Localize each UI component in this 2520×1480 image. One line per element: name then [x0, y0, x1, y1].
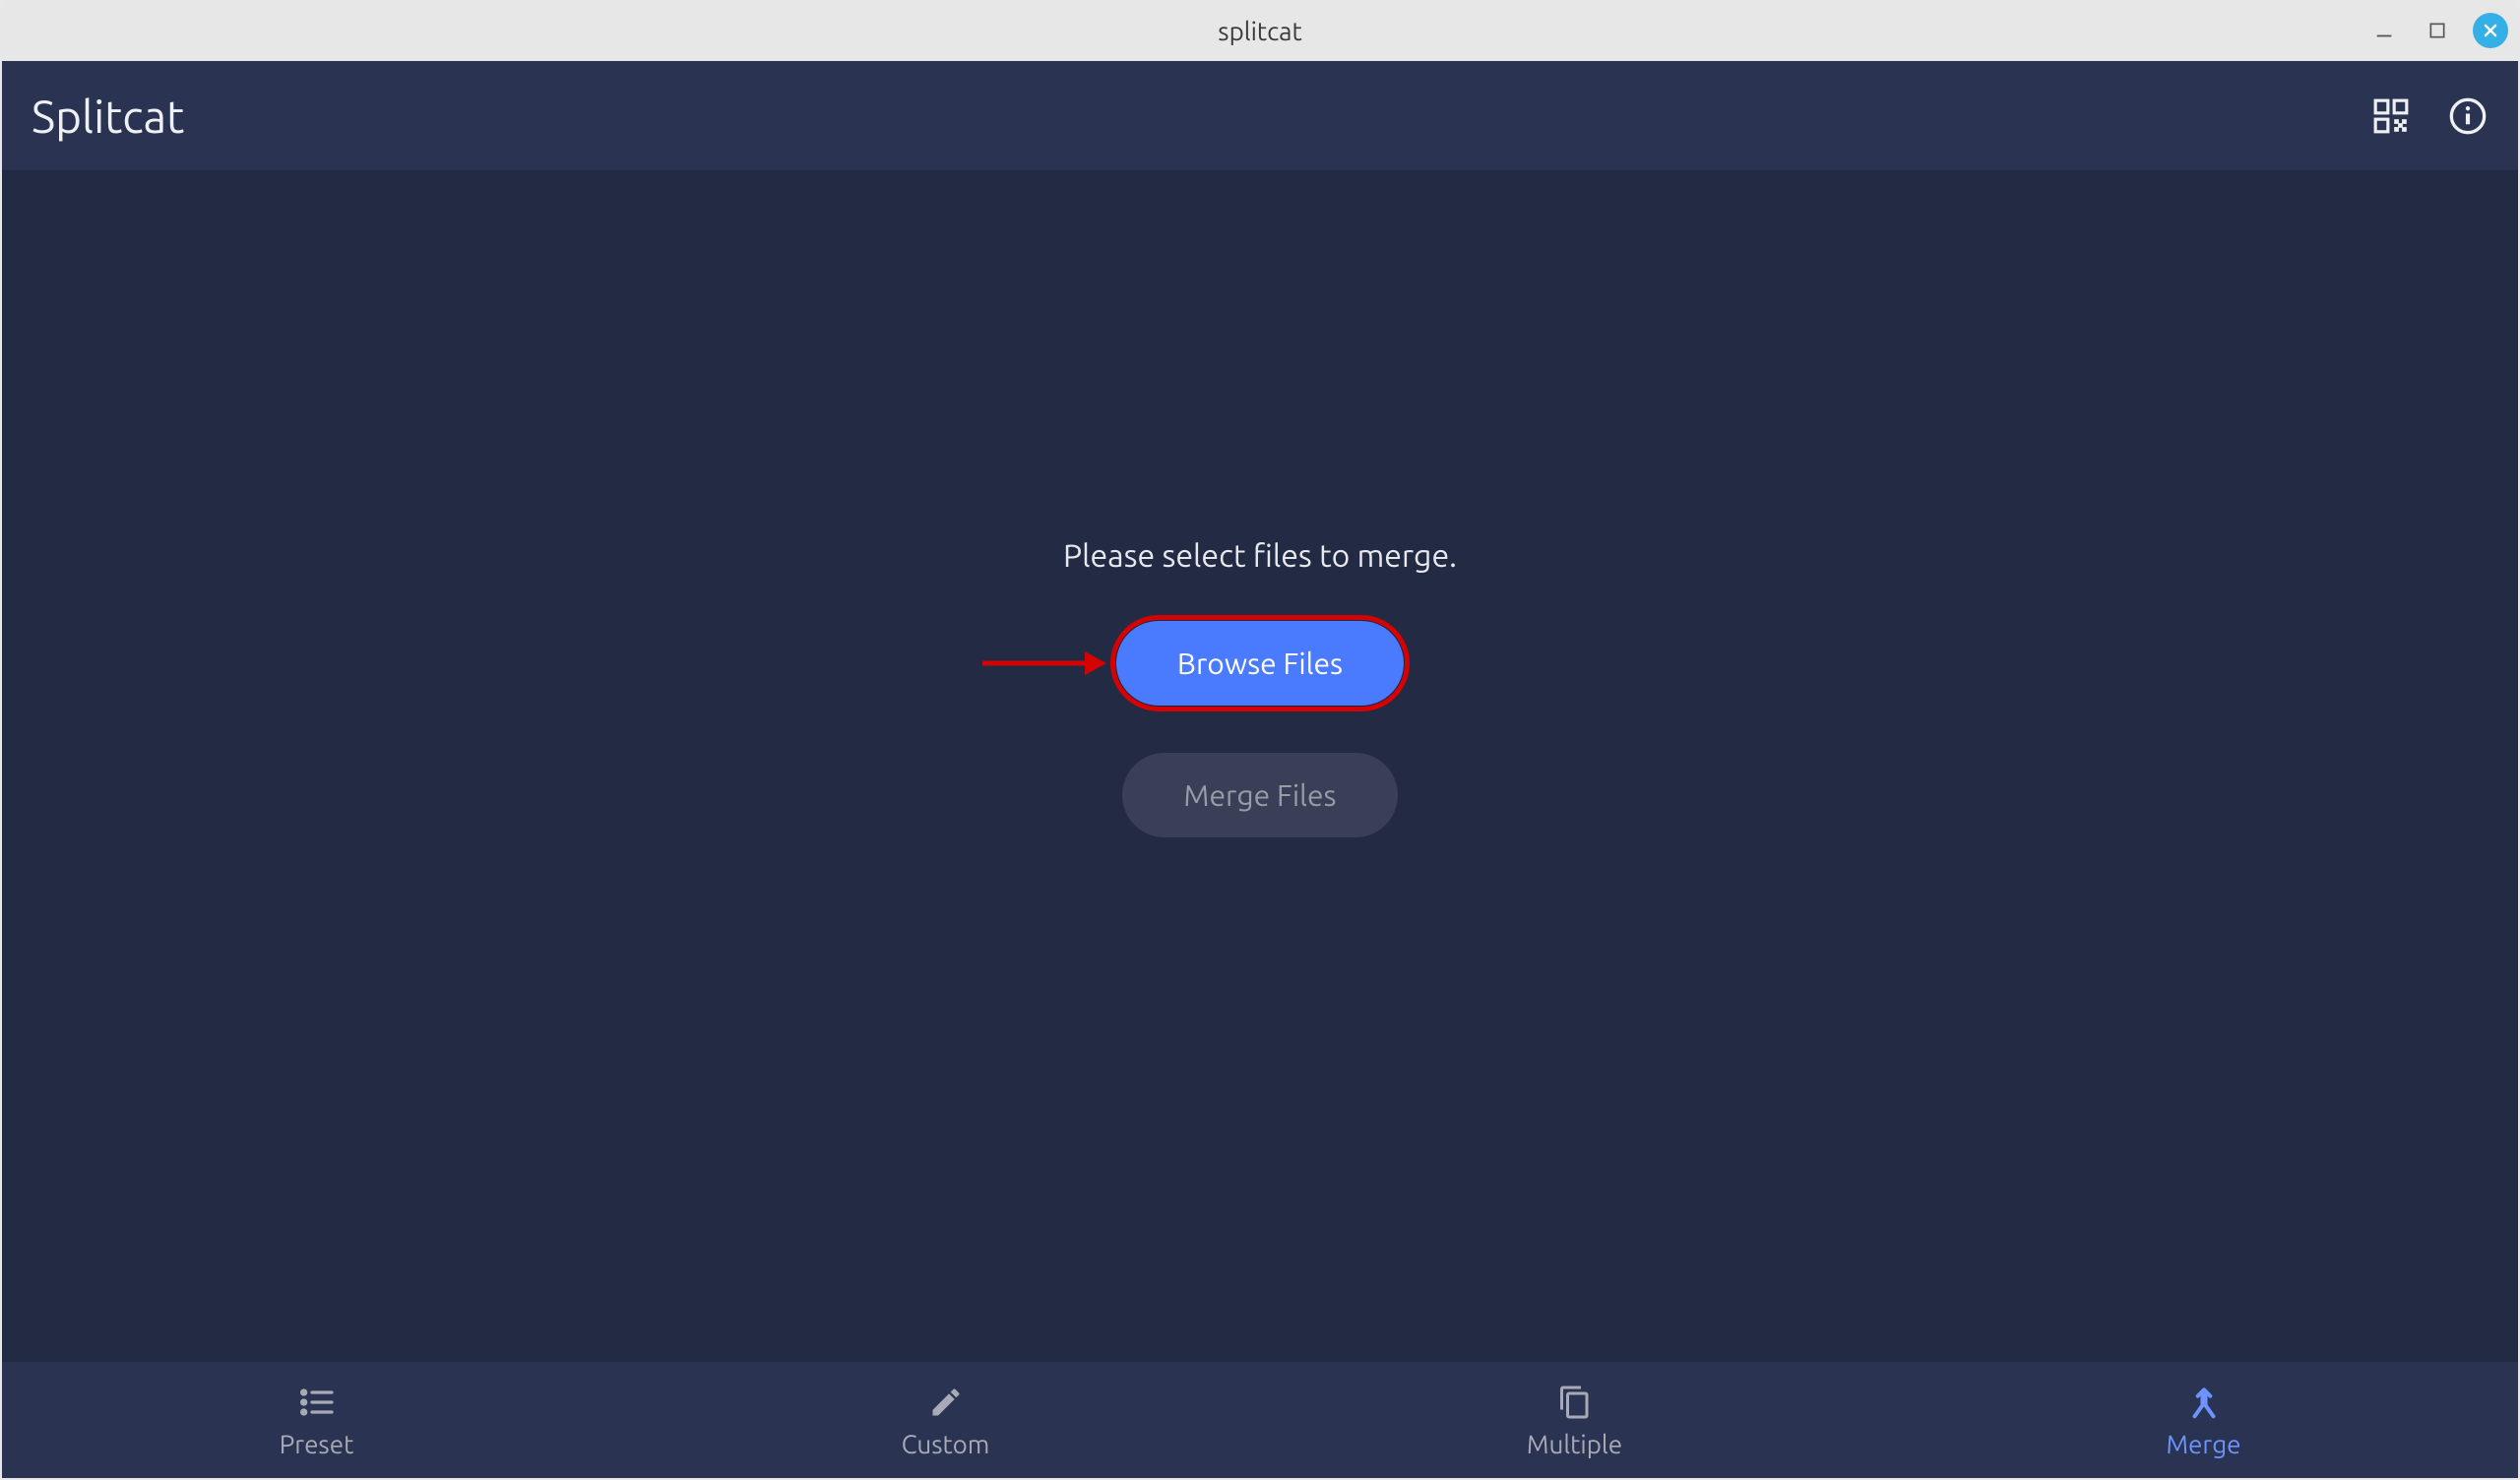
browse-button-wrapper: Browse Files [1116, 621, 1404, 706]
bottom-nav: Preset Custom Mult [2, 1362, 2518, 1478]
pencil-icon [926, 1383, 966, 1422]
close-icon [2481, 21, 2500, 40]
list-icon [297, 1383, 337, 1422]
main-content: Please select files to merge. Browse Fil… [2, 92, 2518, 1283]
nav-label: Custom [902, 1430, 990, 1458]
browse-files-button[interactable]: Browse Files [1116, 621, 1404, 706]
window-title: splitcat [1218, 17, 1301, 45]
close-button[interactable] [2473, 13, 2508, 48]
nav-tab-preset[interactable]: Preset [2, 1362, 631, 1478]
app-body: Splitcat [2, 61, 2518, 1478]
instruction-text: Please select files to merge. [1063, 538, 1457, 574]
nav-label: Preset [280, 1430, 354, 1458]
minimize-button[interactable] [2366, 13, 2402, 48]
window-controls [2366, 13, 2508, 48]
nav-label: Merge [2166, 1430, 2240, 1458]
window-frame: splitcat Splitcat [0, 0, 2520, 1480]
nav-tab-merge[interactable]: Merge [1889, 1362, 2518, 1478]
minimize-icon [2373, 20, 2395, 41]
merge-files-button: Merge Files [1122, 753, 1397, 837]
nav-tab-multiple[interactable]: Multiple [1260, 1362, 1889, 1478]
titlebar: splitcat [0, 0, 2520, 61]
merge-icon [2184, 1383, 2224, 1422]
app-container: Splitcat [0, 61, 2520, 1480]
nav-label: Multiple [1527, 1430, 1622, 1458]
annotation-arrow-icon [978, 644, 1106, 683]
maximize-button[interactable] [2420, 13, 2455, 48]
maximize-icon [2427, 21, 2447, 40]
copy-icon [1555, 1383, 1595, 1422]
nav-tab-custom[interactable]: Custom [631, 1362, 1260, 1478]
